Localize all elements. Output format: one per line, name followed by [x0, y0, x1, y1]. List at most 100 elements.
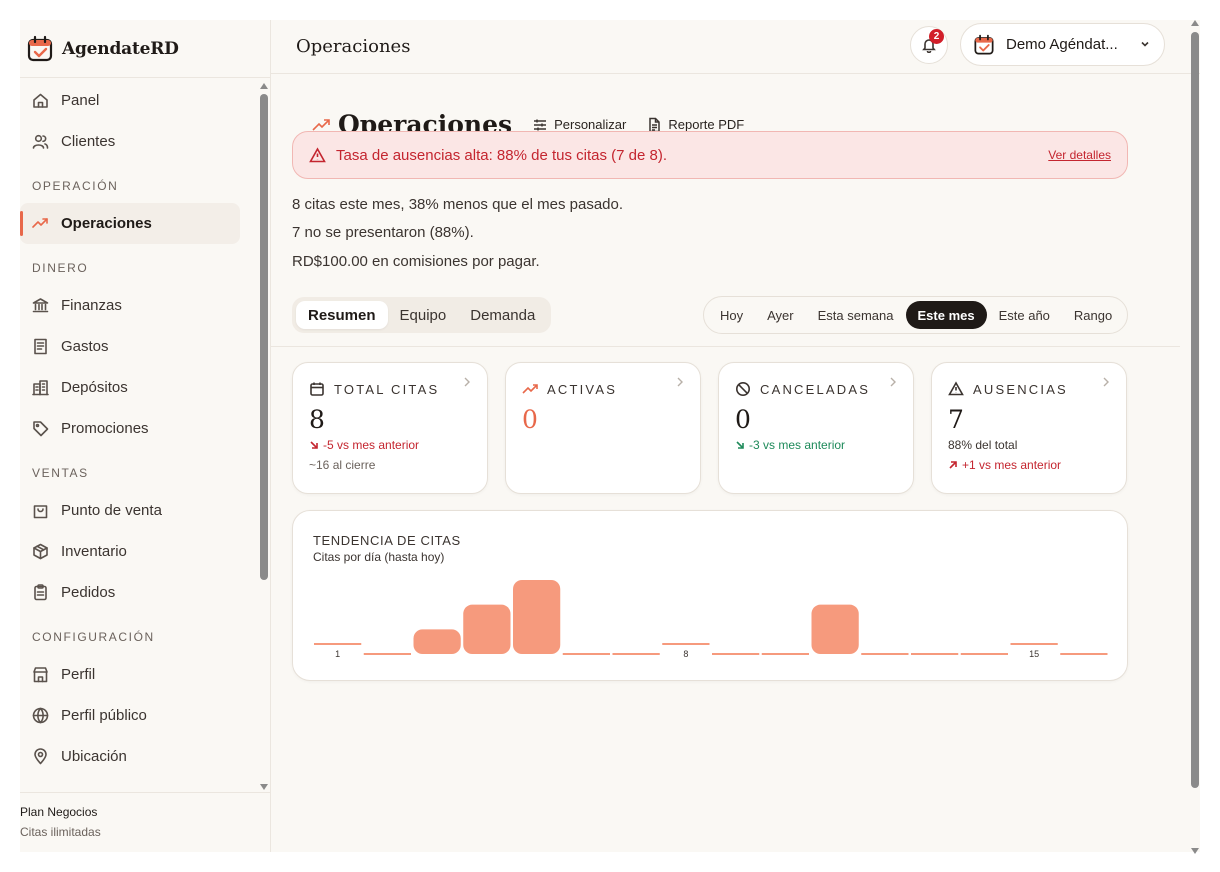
range-option[interactable]: Este año — [987, 301, 1062, 329]
view-tabs: Resumen Equipo Demanda — [292, 297, 552, 333]
sidebar: AgendateRD Panel Clientes OPERACIÓN Operaci… — [20, 20, 271, 852]
range-option[interactable]: Hoy — [708, 301, 755, 329]
page-scroll-down-arrow[interactable] — [1191, 848, 1199, 854]
globe-icon — [32, 707, 49, 724]
page-scroll-thumb[interactable] — [1191, 32, 1199, 788]
sidebar-item-promociones[interactable]: Promociones — [20, 408, 258, 449]
date-range-selector: Hoy Ayer Esta semana Este mes Este año Rango — [703, 296, 1128, 334]
plan-info: Plan Negocios Citas ilimitadas — [20, 792, 270, 852]
brand[interactable]: AgendateRD — [20, 20, 270, 78]
topbar: Operaciones 2 Demo Agéndat... — [271, 20, 1200, 74]
chevron-down-icon — [1141, 41, 1149, 47]
kpi-share: 88% del total — [948, 438, 1018, 452]
alert-details-link[interactable]: Ver detalles — [1048, 148, 1111, 162]
sidebar-scroll-thumb[interactable] — [260, 94, 268, 580]
kpi-value: 0 — [735, 405, 751, 434]
building-icon — [32, 380, 49, 396]
alert-message: Tasa de ausencias alta: 88% de tus citas… — [336, 146, 668, 164]
chevron-right-icon — [1103, 377, 1109, 387]
sidebar-item-finanzas[interactable]: Finanzas — [20, 285, 258, 326]
notifications-button[interactable]: 2 — [910, 26, 948, 64]
sidebar-item-punto-de-venta[interactable]: Punto de venta — [20, 490, 258, 531]
sidebar-item-inventario[interactable]: Inventario — [20, 531, 258, 572]
kpi-label: AUSENCIAS — [973, 381, 1068, 397]
trending-up-icon — [32, 218, 48, 228]
kpi-delta: -5 vs mes anterior — [309, 438, 471, 452]
kpi-delta: +1 vs mes anterior — [948, 458, 1110, 472]
kpi-card-cancelled[interactable]: CANCELADAS 0 -3 vs mes anterior — [718, 362, 914, 494]
account-switcher[interactable]: Demo Agéndat... — [960, 23, 1165, 66]
kpi-delta-text: +1 vs mes anterior — [962, 458, 1062, 472]
sidebar-section-label: VENTAS — [32, 465, 89, 480]
kpi-label: ACTIVAS — [547, 381, 618, 397]
alert-triangle-icon — [309, 146, 326, 162]
range-option[interactable]: Ayer — [755, 301, 806, 329]
tab-resumen[interactable]: Resumen — [296, 301, 388, 329]
appointments-bar-chart: 1 8 15 — [314, 580, 1108, 659]
sidebar-item-perfil[interactable]: Perfil — [20, 654, 258, 695]
tag-icon — [33, 421, 49, 437]
arrow-up-right-icon — [949, 461, 957, 469]
summary-line: RD$100.00 en comisiones por pagar. — [292, 252, 540, 270]
pdf-report-label: Reporte PDF — [668, 117, 745, 132]
appointments-trend-card: TENDENCIA DE CITAS Citas por día (hasta … — [292, 510, 1128, 681]
sidebar-scrollbar[interactable] — [258, 80, 270, 793]
section-divider — [271, 346, 1180, 347]
sidebar-item-perfil-publico[interactable]: Perfil público — [20, 695, 258, 736]
kpi-card-total[interactable]: TOTAL CITAS 8 -5 vs mes anterior ~16 al … — [292, 362, 488, 494]
summary-line: 8 citas este mes, 38% menos que el mes p… — [292, 195, 624, 213]
alert-triangle-icon — [948, 381, 964, 396]
sidebar-item-operaciones[interactable]: Operaciones — [20, 203, 240, 244]
header-title: Operaciones — [296, 36, 411, 57]
arrow-down-right-icon — [736, 441, 744, 449]
chart-bar[interactable] — [463, 604, 511, 654]
kpi-value: 8 — [309, 405, 325, 434]
brand-name: AgendateRD — [62, 38, 179, 59]
kpi-card-no-shows[interactable]: AUSENCIAS 7 88% del total +1 vs mes ante… — [931, 362, 1127, 494]
notification-count-badge: 2 — [929, 29, 944, 44]
page-scrollbar[interactable] — [1190, 20, 1200, 854]
sidebar-item-label: Finanzas — [61, 297, 122, 314]
kpi-delta-text: -5 vs mes anterior — [323, 438, 420, 452]
chevron-right-icon — [677, 377, 683, 387]
sidebar-item-label: Pedidos — [61, 584, 116, 601]
kpi-card-active[interactable]: ACTIVAS 0 — [505, 362, 701, 494]
sidebar-section-label: OPERACIÓN — [32, 178, 119, 193]
kpi-delta-text: -3 vs mes anterior — [749, 438, 846, 452]
range-option[interactable]: Esta semana — [806, 301, 906, 329]
page-scroll-up-arrow[interactable] — [1191, 20, 1199, 26]
sidebar-item-label: Ubicación — [61, 748, 127, 765]
sidebar-item-clientes[interactable]: Clientes — [20, 121, 258, 162]
account-name: Demo Agéndat... — [1006, 36, 1118, 53]
sidebar-item-pedidos[interactable]: Pedidos — [20, 572, 258, 613]
kpi-cards: TOTAL CITAS 8 -5 vs mes anterior ~16 al … — [292, 362, 1128, 494]
scroll-down-arrow[interactable] — [260, 784, 268, 790]
calendar-check-icon — [974, 34, 994, 55]
sidebar-item-label: Promociones — [61, 420, 149, 437]
kpi-delta: -3 vs mes anterior — [735, 438, 897, 452]
tab-equipo[interactable]: Equipo — [388, 301, 459, 329]
chart-bar[interactable] — [513, 580, 561, 654]
tab-demanda[interactable]: Demanda — [458, 301, 547, 329]
clipboard-icon — [34, 584, 47, 601]
scroll-up-arrow[interactable] — [260, 83, 268, 89]
sidebar-item-panel[interactable]: Panel — [20, 80, 258, 121]
kpi-projection: ~16 al cierre — [309, 458, 376, 472]
receipt-icon — [34, 338, 47, 355]
summary-lines: 8 citas este mes, 38% menos que el mes p… — [292, 190, 623, 276]
range-option[interactable]: Este mes — [905, 301, 987, 329]
chart-tick-label: 1 — [335, 649, 340, 659]
ban-icon — [736, 382, 750, 396]
chart-bar[interactable] — [811, 604, 859, 654]
customize-label: Personalizar — [554, 117, 627, 132]
sidebar-item-depositos[interactable]: Depósitos — [20, 367, 258, 408]
sidebar-item-label: Panel — [61, 92, 100, 109]
calendar-check-logo-icon — [27, 35, 53, 61]
range-option[interactable]: Rango — [1062, 301, 1124, 329]
sidebar-section-label: CONFIGURACIÓN — [32, 629, 155, 644]
chart-bar[interactable] — [413, 629, 461, 654]
sidebar-item-ubicacion[interactable]: Ubicación — [20, 736, 258, 777]
sidebar-item-gastos[interactable]: Gastos — [20, 326, 258, 367]
kpi-value: 7 — [948, 405, 964, 434]
chart-tick-label: 15 — [1029, 649, 1039, 659]
